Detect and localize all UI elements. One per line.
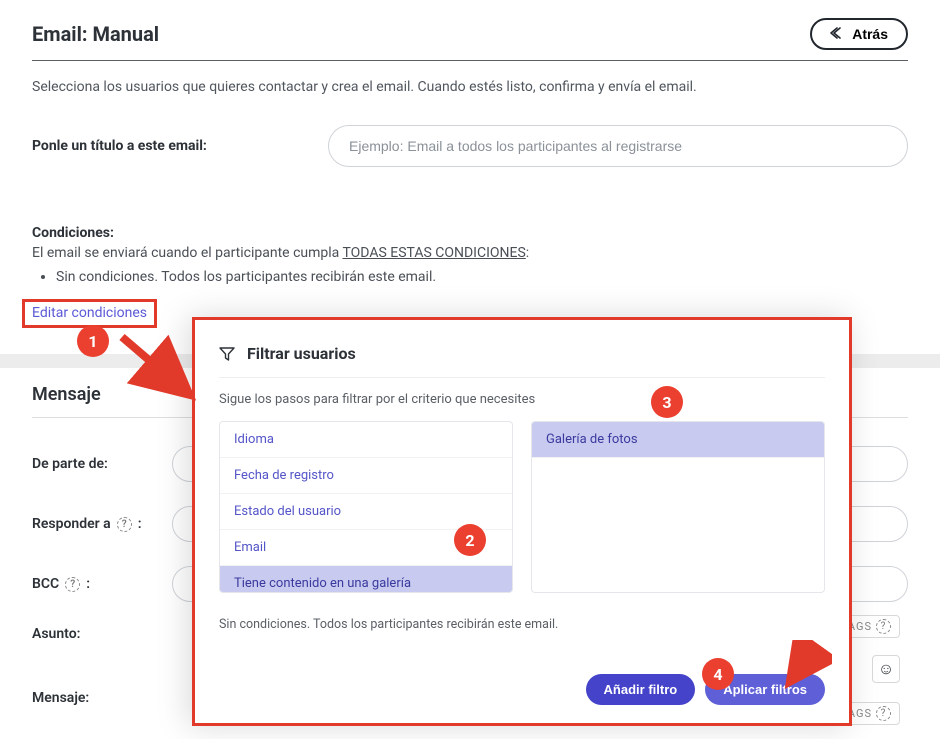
add-filter-button[interactable]: Añadir filtro bbox=[586, 674, 696, 705]
list-item[interactable]: Galería de fotos bbox=[532, 422, 824, 458]
help-icon[interactable]: ? bbox=[65, 577, 80, 592]
conditions-heading: Condiciones: bbox=[32, 225, 908, 241]
from-label: De parte de: bbox=[32, 456, 172, 472]
back-button[interactable]: Atrás bbox=[810, 18, 908, 50]
body-label: Mensaje: bbox=[32, 690, 172, 706]
list-item[interactable]: Fecha de registro bbox=[220, 458, 512, 494]
list-item[interactable]: Idioma bbox=[220, 422, 512, 458]
subject-label: Asunto: bbox=[32, 626, 172, 642]
title-label: Ponle un título a este email: bbox=[32, 138, 302, 154]
popover-subtitle: Sigue los pasos para filtrar por el crit… bbox=[219, 392, 825, 407]
popover-title: Filtrar usuarios bbox=[247, 344, 356, 363]
back-label: Atrás bbox=[852, 26, 888, 42]
intro-text: Selecciona los usuarios que quieres cont… bbox=[32, 79, 908, 95]
help-icon: ? bbox=[876, 706, 891, 721]
popover-status: Sin condiciones. Todos los participantes… bbox=[219, 617, 825, 632]
bcc-label: BCC ? : bbox=[32, 576, 172, 592]
condition-bullet: Sin condiciones. Todos los participantes… bbox=[56, 269, 908, 285]
annotation-badge-3: 3 bbox=[651, 386, 683, 418]
annotation-badge-2: 2 bbox=[454, 524, 486, 556]
help-icon: ? bbox=[876, 619, 891, 634]
edit-conditions-link[interactable]: Editar condiciones bbox=[32, 305, 147, 321]
filter-value-listbox[interactable]: Galería de fotos bbox=[531, 421, 825, 593]
annotation-badge-4: 4 bbox=[702, 658, 734, 690]
title-input[interactable] bbox=[328, 125, 908, 167]
filter-popover: Filtrar usuarios Sigue los pasos para fi… bbox=[192, 317, 852, 726]
funnel-icon bbox=[219, 346, 235, 362]
help-icon[interactable]: ? bbox=[117, 517, 132, 532]
list-item[interactable]: Tiene contenido en una galería bbox=[220, 566, 512, 593]
smile-icon: ☺ bbox=[878, 659, 894, 679]
edit-conditions-highlight: Editar condiciones bbox=[22, 299, 157, 328]
chevron-left-icon bbox=[830, 27, 844, 41]
conditions-block: Condiciones: El email se enviará cuando … bbox=[32, 225, 908, 328]
reply-to-label: Responder a ? : bbox=[32, 516, 172, 532]
page-title: Email: Manual bbox=[32, 22, 159, 46]
annotation-badge-1: 1 bbox=[77, 325, 109, 357]
conditions-line: El email se enviará cuando el participan… bbox=[32, 245, 908, 261]
filter-type-listbox[interactable]: Idioma Fecha de registro Estado del usua… bbox=[219, 421, 513, 593]
emoji-button[interactable]: ☺ bbox=[872, 655, 900, 683]
